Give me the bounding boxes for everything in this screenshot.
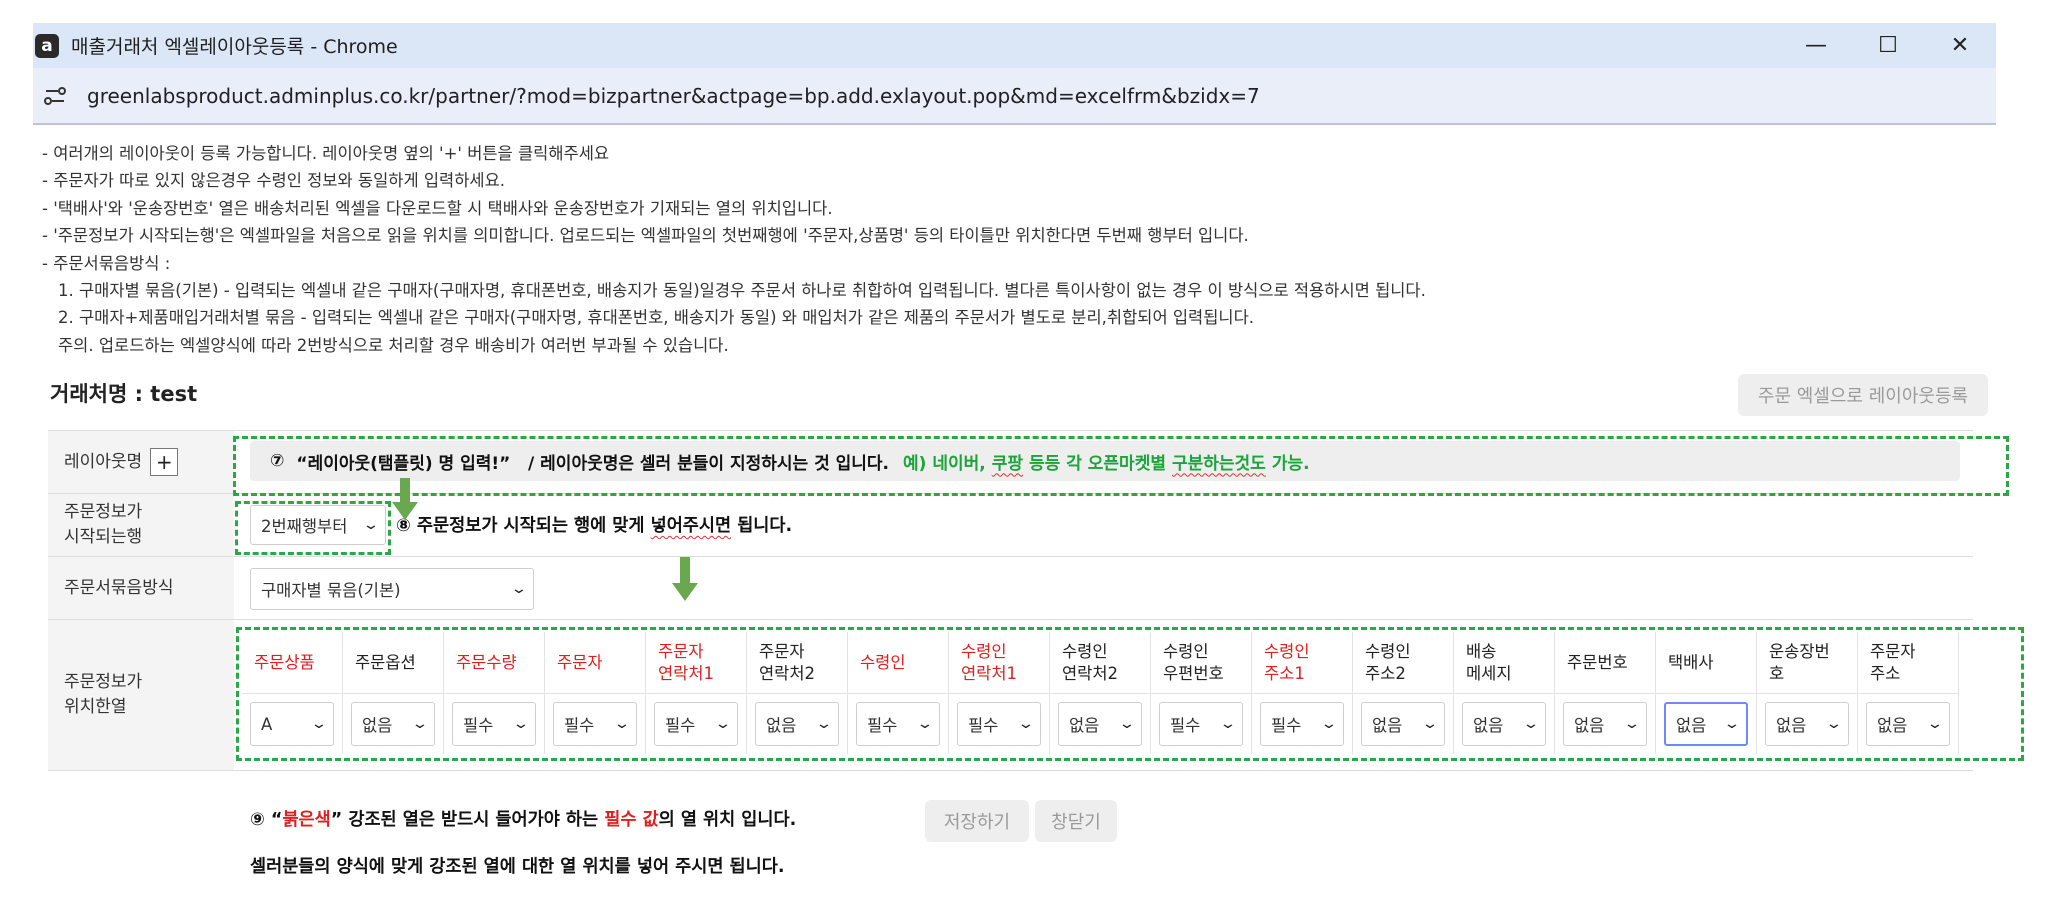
partner-name: 거래처명 : test (50, 382, 198, 406)
layout-name-highlight (233, 436, 2009, 496)
start-row-label-line: 시작되는행 (64, 527, 143, 547)
bundle-method-label: 주문서묶음방식 (48, 557, 234, 619)
note-line: 2. 구매자+제품매입거래처별 묶음 - 입력되는 엑셀내 같은 구매자(구매자… (58, 308, 1255, 328)
note-text-red: 붉은색 (282, 810, 331, 830)
note-line: 1. 구매자별 묶음(기본) - 입력되는 엑셀내 같은 구매자(구매자명, 휴… (58, 281, 1426, 301)
arrow-down-icon (672, 557, 698, 601)
window-title: 매출거래처 엑셀레이아웃등록 - Chrome (71, 36, 398, 58)
note-line: - '주문정보가 시작되는행'은 엑셀파일을 처음으로 읽을 위치를 의미합니다… (42, 226, 1249, 246)
note-text: “ (270, 810, 283, 830)
register-layout-from-excel-button[interactable]: 주문 엑셀으로 레이아웃등록 (1738, 374, 1988, 416)
seller-instruction-note: 셀러분들의 양식에 맞게 강조된 열에 대한 열 위치를 넣어 주시면 됩니다. (250, 857, 785, 877)
close-icon[interactable]: ✕ (1924, 33, 1996, 58)
bundle-method-select[interactable]: 구매자별 묶음(기본) ⌄ (250, 568, 534, 610)
note-line: - 여러개의 레이아웃이 등록 가능합니다. 레이아웃명 옆의 '+' 버튼을 … (42, 144, 610, 163)
layout-name-label: 레이아웃명 + (48, 431, 234, 493)
chevron-down-icon: ⌄ (510, 581, 528, 597)
start-row-label-line: 주문정보가 (64, 502, 143, 522)
note-line: - '택배사'와 '운송장번호' 열은 배송처리된 엑셀을 다운로드할 시 택배… (42, 198, 833, 218)
note-line: 주의. 업로드하는 엑셀양식에 따라 2번방식으로 처리할 경우 배송비가 여러… (58, 335, 729, 355)
layout-name-label-text: 레이아웃명 (64, 451, 143, 472)
window-titlebar: a 매출거래처 엑셀레이아웃등록 - Chrome — ☐ ✕ (33, 23, 1996, 68)
column-grid-highlight (236, 627, 2024, 761)
instruction-notes: - 여러개의 레이아웃이 등록 가능합니다. 레이아웃명 옆의 '+' 버튼을 … (42, 140, 1426, 359)
url-text[interactable]: greenlabsproduct.adminplus.co.kr/partner… (87, 84, 1260, 108)
bundle-method-value: 구매자별 묶음(기본) (261, 581, 401, 600)
required-columns-note: ⑨ “붉은색” 강조된 열은 받드시 들어가야 하는 필수 값의 열 위치 입니… (250, 806, 796, 831)
column-position-label: 주문정보가 위치한열 (48, 620, 234, 770)
window-controls: — ☐ ✕ (1780, 33, 1996, 58)
start-row-annotation: ⑧ 주문정보가 시작되는 행에 맞게 넣어주시면 됩니다. (396, 512, 792, 537)
start-row-label: 주문정보가 시작되는행 (48, 494, 234, 556)
start-row-annotation-text: 됩니다. (737, 516, 793, 536)
address-bar: greenlabsproduct.adminplus.co.kr/partner… (33, 68, 1996, 125)
close-button[interactable]: 창닫기 (1035, 800, 1117, 842)
arrow-down-icon (392, 478, 418, 520)
note-text-red: 필수 값 (604, 810, 659, 830)
note-line: - 주문서묶음방식 : (42, 253, 171, 273)
note-line: - 주문자가 따로 있지 않은경우 수령인 정보와 동일하게 입력하세요. (42, 171, 506, 191)
note-text: ” 강조된 열은 받드시 들어가야 하는 (330, 810, 599, 830)
app-icon: a (35, 33, 59, 58)
maximize-icon[interactable]: ☐ (1852, 33, 1924, 58)
note-text: 의 열 위치 입니다. (658, 810, 797, 830)
column-position-label-line: 위치한열 (64, 697, 127, 717)
annotation-number: ⑨ (250, 810, 265, 830)
minimize-icon[interactable]: — (1780, 33, 1852, 58)
add-layout-button[interactable]: + (150, 448, 179, 476)
column-position-label-line: 주문정보가 (64, 672, 143, 692)
start-row-highlight (235, 501, 391, 555)
start-row-annotation-text: 넣어주시면 (650, 516, 732, 536)
site-settings-icon[interactable] (43, 84, 67, 108)
save-button[interactable]: 저장하기 (925, 800, 1029, 842)
start-row-annotation-text: 주문정보가 시작되는 행에 맞게 (416, 516, 645, 536)
bundle-method-row: 주문서묶음방식 구매자별 묶음(기본) ⌄ (48, 556, 1973, 619)
